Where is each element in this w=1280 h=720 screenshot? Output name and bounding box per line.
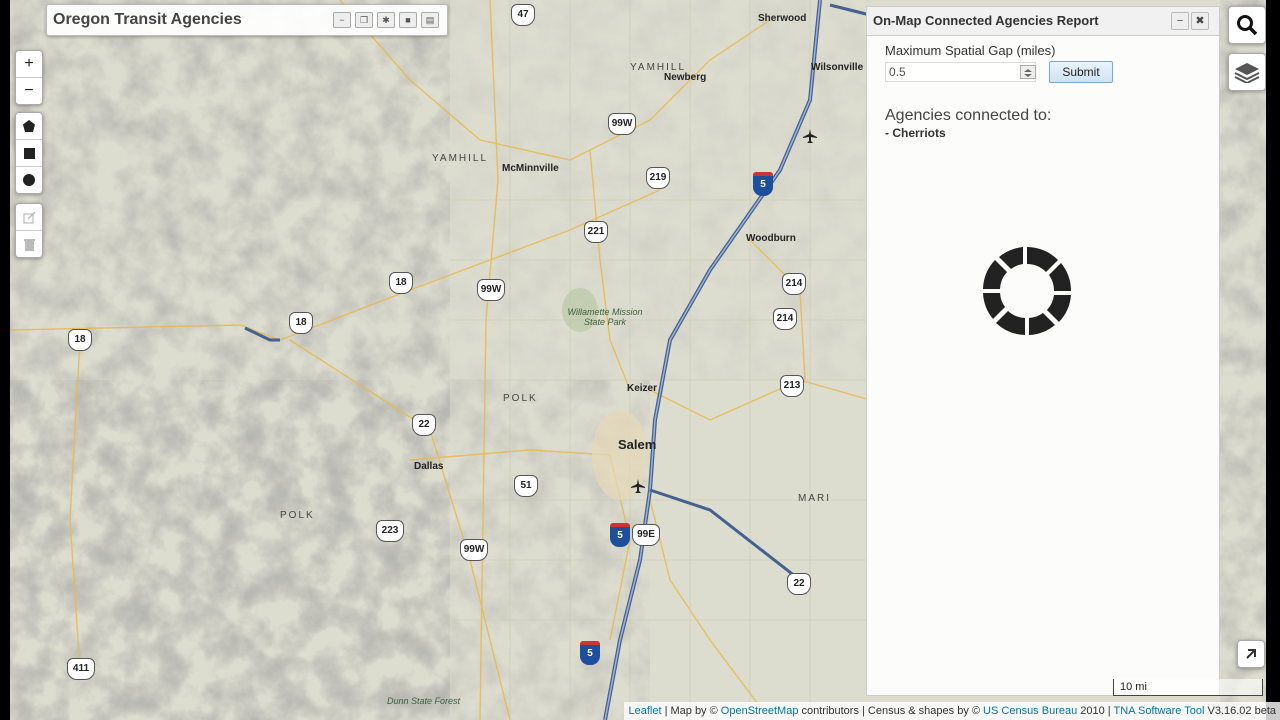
- scale-label: 10 mi: [1120, 681, 1147, 693]
- map-city-label: Sherwood: [758, 13, 807, 24]
- rectangle-icon: [23, 147, 35, 159]
- export-button[interactable]: ▤: [421, 12, 439, 28]
- delete-layers-button[interactable]: [16, 231, 42, 257]
- route-shield: 214: [773, 308, 797, 330]
- loading-spinner-icon: [983, 247, 1071, 335]
- route-shield: 18: [289, 312, 313, 334]
- route-shield: 221: [584, 221, 608, 243]
- expand-button[interactable]: [1237, 640, 1265, 668]
- spin-arrows-icon: [1024, 69, 1032, 77]
- version-text: V3.16.02 beta: [1204, 705, 1276, 717]
- route-shield: 18: [389, 272, 413, 294]
- map-city-label: Woodburn: [746, 233, 796, 244]
- map-city-label: Dallas: [414, 461, 444, 472]
- airport-icon: [631, 479, 645, 493]
- route-shield: 214: [782, 273, 806, 295]
- edit-icon: [22, 210, 36, 224]
- route-shield: 213: [780, 375, 804, 397]
- map-region-label: POLK: [280, 510, 315, 521]
- connected-heading: Agencies connected to:: [885, 107, 1052, 124]
- route-shield: 411: [67, 658, 95, 680]
- osm-link[interactable]: OpenStreetMap: [721, 705, 799, 717]
- settings-button[interactable]: ✱: [377, 12, 395, 28]
- leaflet-link[interactable]: Leaflet: [628, 705, 661, 717]
- restore-button[interactable]: ❐: [355, 12, 373, 28]
- route-shield: 51: [514, 475, 538, 497]
- route-shield: 223: [376, 520, 404, 542]
- route-shield: 18: [68, 329, 92, 351]
- interstate-shield: 5: [753, 172, 773, 196]
- gap-label: Maximum Spatial Gap (miles): [885, 43, 1056, 58]
- draw-circle-button[interactable]: [16, 167, 42, 193]
- attribution-text: 2010 |: [1077, 705, 1114, 717]
- interstate-shield: 5: [610, 523, 630, 547]
- layers-icon: [1234, 63, 1260, 83]
- map-city-label: McMinnville: [502, 163, 559, 174]
- attribution-text: contributors | Census & shapes by ©: [798, 705, 984, 717]
- submit-button[interactable]: Submit: [1049, 61, 1113, 83]
- attribution-bar: Leaflet | Map by © OpenStreetMap contrib…: [624, 702, 1280, 720]
- right-screen-border: [1266, 0, 1280, 720]
- agency-list-item: - Cherriots: [885, 126, 946, 140]
- map-city-label: Newberg: [664, 72, 707, 83]
- panel-title: On-Map Connected Agencies Report: [873, 13, 1099, 28]
- draw-rectangle-button[interactable]: [16, 140, 42, 167]
- map-city-label: Wilsonville: [811, 62, 864, 73]
- map-forest-label: Dunn State Forest: [387, 696, 461, 706]
- gap-input[interactable]: 0.5: [885, 62, 1036, 82]
- expand-arrow-icon: [1246, 649, 1256, 659]
- map-city-label: Salem: [618, 437, 657, 452]
- panel-header: On-Map Connected Agencies Report − ✖: [867, 7, 1219, 36]
- zoom-control: + −: [15, 50, 43, 105]
- edit-toolbar: [15, 203, 43, 258]
- route-shield: 99W: [477, 279, 505, 301]
- panel-minimize-button[interactable]: −: [1171, 12, 1189, 30]
- route-shield: 99E: [632, 524, 660, 546]
- map-park-label: Willamette Mission State Park: [567, 307, 643, 327]
- map-city-label: Keizer: [627, 383, 658, 394]
- minimize-button[interactable]: −: [333, 12, 351, 28]
- census-link[interactable]: US Census Bureau: [983, 705, 1077, 717]
- dock-button[interactable]: ■: [399, 12, 417, 28]
- zoom-out-button[interactable]: −: [16, 78, 42, 104]
- route-shield: 22: [412, 414, 436, 436]
- interstate-shield: 5: [580, 641, 600, 665]
- search-icon: [1237, 15, 1258, 36]
- map-region-label: POLK: [503, 393, 538, 404]
- route-shield: 22: [787, 573, 811, 595]
- tna-link[interactable]: TNA Software Tool: [1114, 705, 1205, 717]
- connected-agencies-panel: On-Map Connected Agencies Report − ✖ Max…: [866, 6, 1220, 696]
- draw-toolbar: [15, 112, 43, 194]
- edit-layers-button[interactable]: [16, 204, 42, 231]
- polygon-icon: [23, 120, 35, 132]
- scale-bar: 10 mi: [1113, 679, 1263, 696]
- route-shield: 99W: [460, 539, 488, 561]
- map-region-label: MARI: [798, 493, 831, 504]
- trash-icon: [23, 238, 35, 251]
- search-button[interactable]: [1228, 6, 1266, 44]
- left-screen-border: [0, 0, 10, 720]
- route-shield: 99W: [608, 113, 636, 135]
- draw-polygon-button[interactable]: [16, 113, 42, 140]
- map-region-label: YAMHILL: [432, 153, 489, 164]
- zoom-in-button[interactable]: +: [16, 51, 42, 78]
- airport-icon: [803, 129, 817, 143]
- gap-spinner[interactable]: [1020, 65, 1036, 79]
- route-shield: 47: [511, 4, 535, 26]
- circle-icon: [23, 174, 35, 186]
- route-shield: 219: [646, 167, 670, 189]
- panel-close-button[interactable]: ✖: [1191, 12, 1209, 30]
- layers-button[interactable]: [1228, 53, 1266, 91]
- attribution-text: | Map by ©: [661, 705, 721, 717]
- app-title-bar: Oregon Transit Agencies − ❐ ✱ ■ ▤: [46, 4, 448, 36]
- app-title: Oregon Transit Agencies: [53, 11, 242, 28]
